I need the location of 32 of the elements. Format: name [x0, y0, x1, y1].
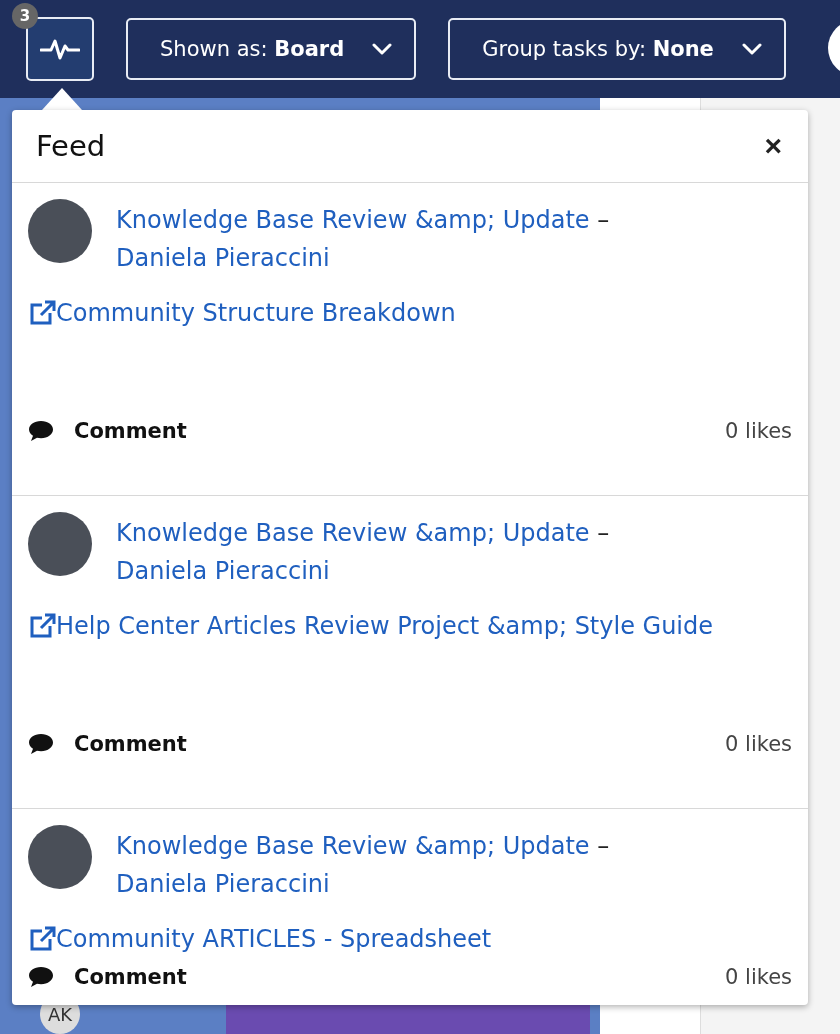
speech-bubble-icon — [28, 966, 54, 988]
feed-item-title: Knowledge Base Review &amp; Update – Daniela Pieraccini — [116, 831, 611, 900]
comment-button[interactable]: Comment — [28, 732, 187, 756]
record-link[interactable]: Knowledge Base Review &amp; Update — [116, 206, 590, 234]
dropdown-button[interactable]: Shown as: Board — [126, 18, 417, 80]
attachment-link[interactable]: Community Structure Breakdown — [56, 299, 456, 327]
popover-title: Feed — [36, 129, 106, 163]
dropdown-button[interactable]: Group tasks by: None — [448, 18, 786, 80]
external-link-icon — [28, 613, 56, 639]
likes-count: 0 likes — [725, 965, 792, 989]
speech-bubble-icon — [28, 420, 54, 442]
speech-bubble-icon — [28, 733, 54, 755]
pulse-icon — [40, 38, 80, 60]
attachment-link[interactable]: Community ARTICLES - Spreadsheet — [56, 925, 492, 953]
comment-button[interactable]: Comment — [28, 419, 187, 443]
user-link[interactable]: Daniela Pieraccini — [116, 870, 330, 898]
close-button[interactable]: × — [760, 129, 786, 163]
chevron-down-icon — [372, 43, 393, 55]
notification-badge: 3 — [12, 3, 38, 29]
attachment-link[interactable]: Help Center Articles Review Project &amp; Style Guide — [56, 612, 713, 640]
chevron-down-icon — [741, 43, 762, 55]
record-link[interactable]: Knowledge Base Review &amp; Update — [116, 832, 590, 860]
likes-count: 0 likes — [725, 732, 792, 756]
feed-item-title: Knowledge Base Review &amp; Update – Daniela Pieraccini — [116, 518, 611, 587]
record-link[interactable]: Knowledge Base Review &amp; Update — [116, 519, 590, 547]
user-link[interactable]: Daniela Pieraccini — [116, 557, 330, 585]
external-link-icon — [28, 926, 56, 952]
likes-count: 0 likes — [725, 419, 792, 443]
comment-button[interactable]: Comment — [28, 965, 187, 989]
user-link[interactable]: Daniela Pieraccini — [116, 244, 330, 272]
feed-item-title: Knowledge Base Review &amp; Update – Daniela Pieraccini — [116, 205, 611, 274]
external-link-icon — [28, 300, 56, 326]
